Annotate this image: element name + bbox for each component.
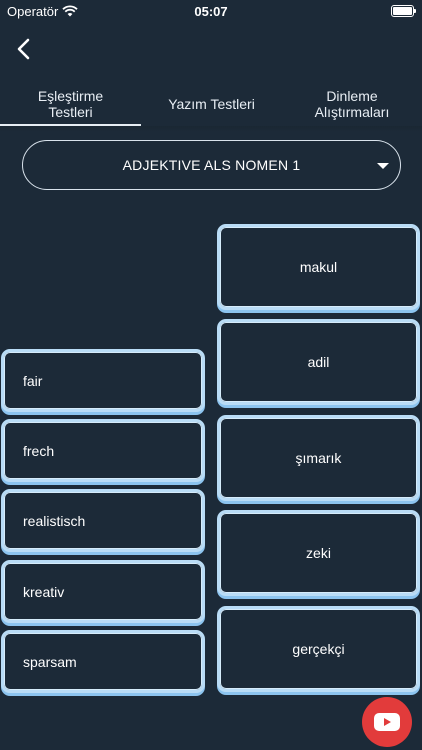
tab-label-line1: Yazım Testleri [168,96,255,112]
tab-label-line2: Alıştırmaları [314,104,390,120]
battery-icon [391,5,416,17]
left-word-card[interactable]: frech [1,419,205,482]
word-label: fair [23,372,43,389]
word-label: kreativ [23,583,65,600]
tab-label-line1: Dinleme [326,88,378,104]
youtube-icon [374,713,400,731]
word-label: makul [299,259,338,275]
dropdown-value: ADJEKTIVE ALS NOMEN 1 [122,157,301,173]
tab-label-line2: Testleri [48,104,93,120]
right-word-card[interactable]: adil [217,319,420,405]
tab-writing-tests[interactable]: Yazım Testleri [141,80,282,128]
word-label: gerçekçi [292,641,345,657]
word-label: zeki [306,545,331,561]
caret-down-icon [377,163,389,169]
left-word-card[interactable]: fair [1,349,205,412]
status-bar: Operatör 05:07 [0,0,422,22]
clock: 05:07 [194,4,228,19]
word-label: realistisch [23,512,86,529]
tab-matching-tests[interactable]: Eşleştirme Testleri [0,80,141,128]
divider [0,126,422,132]
word-label: şımarık [295,450,342,466]
tab-listening-exercises[interactable]: Dinleme Alıştırmaları [282,80,422,128]
left-word-card[interactable]: kreativ [1,560,205,623]
right-word-card[interactable]: şımarık [217,415,420,501]
lesson-dropdown[interactable]: ADJEKTIVE ALS NOMEN 1 [22,140,401,190]
back-button[interactable] [10,34,40,64]
word-label: sparsam [23,653,77,670]
youtube-button[interactable] [362,697,412,747]
right-word-card[interactable]: gerçekçi [217,606,420,692]
chevron-left-icon [17,38,30,60]
right-word-card[interactable]: makul [217,224,420,310]
word-label: frech [23,442,55,459]
screen: Operatör 05:07 Eşleştirme Testleri Yazım … [0,0,422,750]
left-word-card[interactable]: realistisch [1,489,205,552]
tab-label-line1: Eşleştirme [37,88,104,104]
tab-bar: Eşleştirme Testleri Yazım Testleri Dinlem… [0,80,422,128]
right-word-card[interactable]: zeki [217,510,420,596]
word-label: adil [307,354,330,370]
left-word-card[interactable]: sparsam [1,630,205,693]
